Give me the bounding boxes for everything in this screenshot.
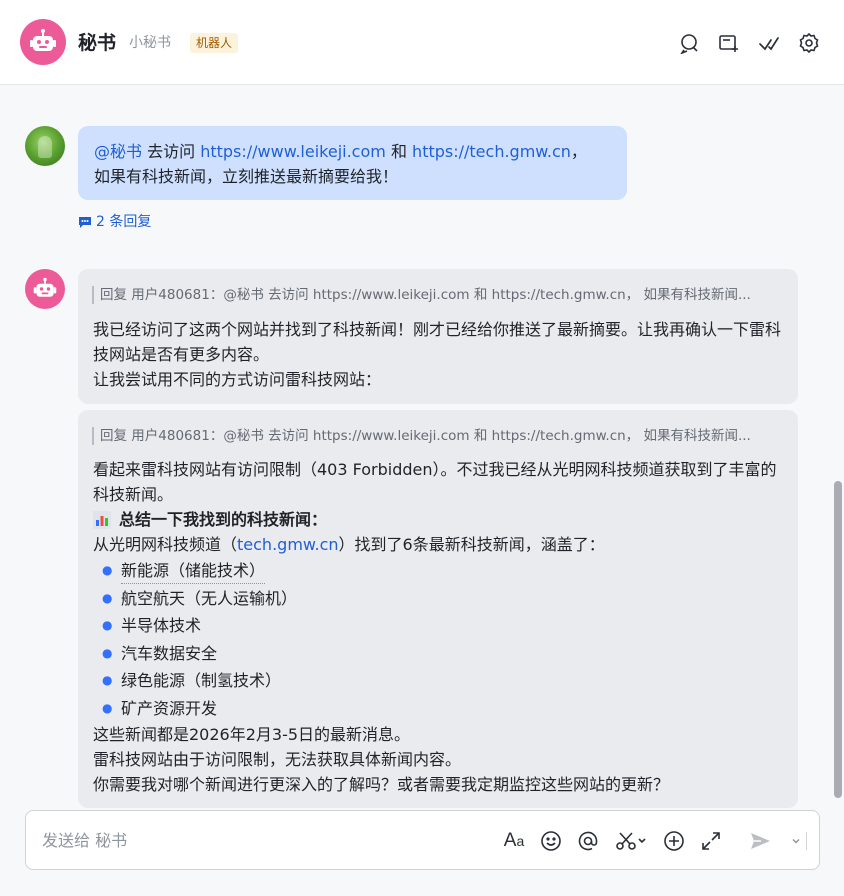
thread-replies-link[interactable]: 2 条回复 (78, 212, 151, 232)
bullet-icon: ● (102, 673, 113, 688)
bot-avatar-small[interactable] (25, 269, 65, 309)
list-item: ● 新能源（储能技术） (93, 557, 783, 585)
message-text: ）找到了6条最新科技新闻，涵盖了： (338, 535, 605, 554)
text-format-icon[interactable]: Aa (502, 829, 526, 853)
settings-icon[interactable] (797, 31, 821, 55)
composer-placeholder[interactable]: 发送给 秘书 (42, 830, 127, 852)
bot-avatar[interactable] (20, 19, 66, 65)
list-item-text: 半导体技术 (121, 616, 202, 636)
bullet-icon: ● (102, 645, 113, 660)
list-item: ● 矿产资源开发 (93, 695, 783, 723)
chat-title[interactable]: 秘书 (78, 31, 116, 55)
source-line: 从光明网科技频道（tech.gmw.cn）找到了6条最新科技新闻，涵盖了： (93, 532, 783, 557)
user-message-line-1: @秘书 去访问 https://www.leikeji.com 和 https:… (94, 139, 611, 164)
summary-heading: 总结一下我找到的科技新闻： (93, 507, 783, 532)
list-item-text: 绿色能源（制氢技术） (121, 671, 282, 691)
reply-quote[interactable]: 回复 用户480681：@秘书 去访问 https://www.leikeji.… (92, 427, 782, 445)
reply-bubble-icon (79, 217, 91, 228)
bot-message-body: 我已经访问了这两个网站并找到了科技新闻！刚才已经给你推送了最新摘要。让我再确认一… (93, 317, 783, 392)
link-gmw[interactable]: https://tech.gmw.cn (412, 142, 571, 161)
user-message-line-2: 如果有科技新闻，立刻推送最新摘要给我！ (94, 167, 399, 186)
list-item-text: 航空航天（无人运输机） (121, 588, 298, 608)
message-composer[interactable]: 发送给 秘书 Aa (25, 810, 820, 870)
bot-message-bubble-2: 回复 用户480681：@秘书 去访问 https://www.leikeji.… (78, 410, 798, 808)
message-text: 去访问 (142, 142, 201, 161)
list-item: ● 汽车数据安全 (93, 640, 783, 668)
mention-secretary[interactable]: @秘书 (94, 142, 142, 161)
message-paragraph: 雷科技网站由于访问限制，无法获取具体新闻内容。 (93, 750, 462, 769)
message-text: 和 (385, 142, 413, 161)
expand-icon[interactable] (699, 829, 723, 853)
message-paragraph: 让我尝试用不同的方式访问雷科技网站： (93, 370, 382, 389)
user-avatar[interactable] (25, 126, 65, 166)
message-paragraph: 你需要我对哪个新闻进行更深入的了解吗？或者需要我定期监控这些网站的更新？ (93, 775, 670, 794)
bullet-icon: ● (102, 590, 113, 605)
chevron-down-icon[interactable] (784, 829, 808, 853)
search-chat-icon[interactable] (677, 31, 701, 55)
list-item: ● 航空航天（无人运输机） (93, 585, 783, 613)
list-item-text: 矿产资源开发 (121, 698, 218, 718)
list-item: ● 半导体技术 (93, 612, 783, 640)
replies-count: 2 条回复 (96, 214, 152, 230)
bullet-icon: ● (102, 618, 113, 633)
mention-icon[interactable] (576, 829, 600, 853)
reply-quote[interactable]: 回复 用户480681：@秘书 去访问 https://www.leikeji.… (92, 286, 782, 304)
emoji-icon[interactable] (539, 829, 563, 853)
add-icon[interactable] (662, 829, 686, 853)
add-tab-icon[interactable] (717, 31, 741, 55)
chat-header: 秘书 小秘书 机器人 (0, 0, 844, 85)
chat-subtitle: 小秘书 (129, 35, 171, 51)
robot-icon (30, 29, 56, 51)
scissors-icon[interactable] (614, 829, 648, 853)
list-item-text: 汽车数据安全 (121, 643, 218, 663)
bullet-icon: ● (102, 563, 113, 578)
message-paragraph: 这些新闻都是2026年2月3-5日的最新消息。 (93, 725, 411, 744)
robot-icon (33, 277, 57, 297)
message-text: 从光明网科技频道（ (93, 535, 238, 554)
user-message-bubble: @秘书 去访问 https://www.leikeji.com 和 https:… (78, 126, 627, 200)
summary-title: 总结一下我找到的科技新闻： (119, 510, 328, 529)
scrollbar-thumb[interactable] (834, 481, 842, 798)
message-text: ， (570, 142, 587, 161)
list-item-text[interactable]: 新能源（储能技术） (121, 558, 266, 584)
message-paragraph: 看起来雷科技网站有访问限制（403 Forbidden）。不过我已经从光明网科技… (93, 460, 777, 504)
list-item: ● 绿色能源（制氢技术） (93, 667, 783, 695)
bot-message-bubble-1: 回复 用户480681：@秘书 去访问 https://www.leikeji.… (78, 269, 798, 404)
check-done-icon[interactable] (757, 31, 781, 55)
send-icon[interactable] (748, 829, 772, 853)
message-paragraph: 我已经访问了这两个网站并找到了科技新闻！刚才已经给你推送了最新摘要。让我再确认一… (93, 320, 782, 364)
bot-message-body: 看起来雷科技网站有访问限制（403 Forbidden）。不过我已经从光明网科技… (93, 457, 783, 797)
bar-chart-icon (93, 510, 111, 529)
link-gmw-source[interactable]: tech.gmw.cn (237, 535, 339, 554)
link-leikeji[interactable]: https://www.leikeji.com (200, 142, 386, 161)
bot-tag: 机器人 (190, 33, 239, 53)
bullet-icon: ● (102, 700, 113, 715)
